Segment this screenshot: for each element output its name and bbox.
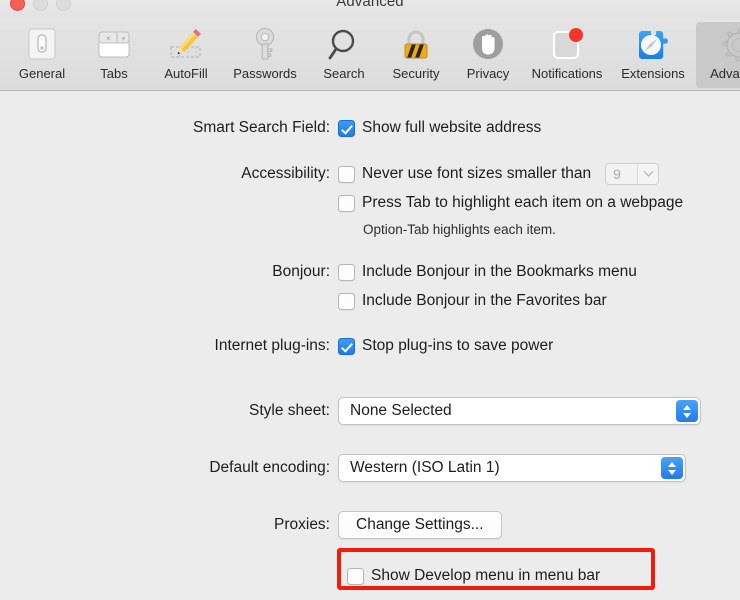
stop-plugins-row[interactable]: Stop plug-ins to save power [338, 335, 740, 357]
popup-arrows-icon [676, 400, 698, 422]
row-bonjour: Bonjour: Include Bonjour in the Bookmark… [0, 261, 740, 312]
window-titlebar: Advanced [0, 0, 740, 18]
tab-label: Extensions [621, 66, 685, 81]
show-full-website-address-checkbox[interactable] [338, 119, 355, 137]
tab-label: Notifications [531, 66, 603, 81]
row-accessibility: Accessibility: Never use font sizes smal… [0, 163, 740, 237]
tab-label: AutoFill [164, 66, 208, 81]
svg-text:×: × [106, 34, 111, 43]
press-tab-highlight-label: Press Tab to highlight each item on a we… [362, 194, 684, 211]
general-icon [25, 26, 59, 64]
tab-autofill[interactable]: AutoFill [150, 22, 222, 88]
tab-passwords[interactable]: Passwords [222, 22, 308, 88]
tab-label: General [18, 66, 66, 81]
tabs-icon: × + [96, 26, 132, 64]
row-proxies: Proxies: Change Settings... [0, 511, 740, 539]
row-default-encoding: Default encoding: Western (ISO Latin 1) [0, 454, 740, 482]
stop-plugins-label: Stop plug-ins to save power [362, 337, 554, 354]
style-sheet-label: Style sheet: [249, 402, 330, 419]
extensions-puzzle-icon [635, 26, 671, 64]
window-title: Advanced [336, 0, 404, 10]
tab-label: Privacy [466, 66, 510, 81]
tab-security[interactable]: Security [380, 22, 452, 88]
tab-label: Tabs [100, 66, 128, 81]
privacy-hand-icon [471, 26, 505, 64]
style-sheet-value: None Selected [350, 402, 452, 419]
change-settings-button[interactable]: Change Settings... [338, 511, 502, 539]
tab-tabs[interactable]: × + Tabs [78, 22, 150, 88]
default-encoding-popup-button[interactable]: Western (ISO Latin 1) [338, 454, 686, 482]
tab-extensions[interactable]: Extensions [610, 22, 696, 88]
stop-plugins-checkbox[interactable] [338, 337, 355, 355]
never-use-font-sizes-checkbox[interactable] [338, 165, 355, 183]
bonjour-bookmarks-label: Include Bonjour in the Bookmarks menu [362, 263, 637, 280]
tab-privacy[interactable]: Privacy [452, 22, 524, 88]
row-internet-plugins: Internet plug-ins: Stop plug-ins to save… [0, 335, 740, 357]
row-style-sheet: Style sheet: None Selected [0, 397, 740, 425]
tab-label: Passwords [233, 66, 297, 81]
search-magnifier-icon [327, 26, 361, 64]
notifications-badge-icon [548, 26, 586, 64]
smart-search-field-label: Smart Search Field: [193, 119, 330, 136]
tab-advanced[interactable]: Advanced [696, 22, 740, 88]
style-sheet-popup-button[interactable]: None Selected [338, 397, 701, 425]
tab-search[interactable]: Search [308, 22, 380, 88]
tab-notifications[interactable]: Notifications [524, 22, 610, 88]
tab-label: Search [323, 66, 365, 81]
internet-plugins-label: Internet plug-ins: [214, 337, 330, 354]
press-tab-highlight-row[interactable]: Press Tab to highlight each item on a we… [338, 192, 740, 214]
advanced-gear-icon [720, 26, 740, 64]
svg-text:+: + [121, 34, 126, 43]
proxies-label: Proxies: [274, 516, 330, 533]
autofill-icon [167, 26, 205, 64]
default-encoding-label: Default encoding: [209, 459, 330, 476]
chevron-down-icon [637, 164, 659, 184]
never-use-font-sizes-row[interactable]: Never use font sizes smaller than 9 [338, 163, 740, 185]
bonjour-favorites-label: Include Bonjour in the Favorites bar [362, 292, 607, 309]
font-size-value: 9 [613, 166, 621, 182]
accessibility-label: Accessibility: [241, 165, 330, 182]
tab-general[interactable]: General [6, 22, 78, 88]
bonjour-bookmarks-row[interactable]: Include Bonjour in the Bookmarks menu [338, 261, 740, 283]
security-lock-icon [400, 26, 432, 64]
bonjour-favorites-row[interactable]: Include Bonjour in the Favorites bar [338, 290, 740, 312]
show-full-website-address-row[interactable]: Show full website address [338, 117, 740, 139]
row-smart-search-field: Smart Search Field: Show full website ad… [0, 117, 740, 139]
popup-arrows-icon [661, 457, 683, 479]
option-tab-hint: Option-Tab highlights each item. [363, 222, 556, 237]
bonjour-bookmarks-checkbox[interactable] [338, 263, 355, 281]
show-full-website-address-label: Show full website address [362, 119, 542, 136]
never-use-font-sizes-label: Never use font sizes smaller than [362, 165, 592, 182]
passwords-key-icon [250, 26, 280, 64]
bonjour-favorites-checkbox[interactable] [338, 292, 355, 310]
preferences-toolbar: General × + Tabs AutoFill Passwords Sear… [0, 18, 740, 91]
bonjour-label: Bonjour: [272, 263, 330, 280]
tab-label: Advanced [710, 66, 740, 81]
advanced-settings-pane: Smart Search Field: Show full website ad… [0, 91, 740, 599]
preferences-window: Advanced General × + Tabs AutoFill Passw… [0, 0, 740, 600]
default-encoding-value: Western (ISO Latin 1) [350, 459, 500, 476]
press-tab-highlight-checkbox[interactable] [338, 194, 355, 212]
font-size-select[interactable]: 9 [605, 163, 660, 185]
tab-label: Security [392, 66, 440, 81]
develop-menu-highlight-box [337, 548, 655, 590]
